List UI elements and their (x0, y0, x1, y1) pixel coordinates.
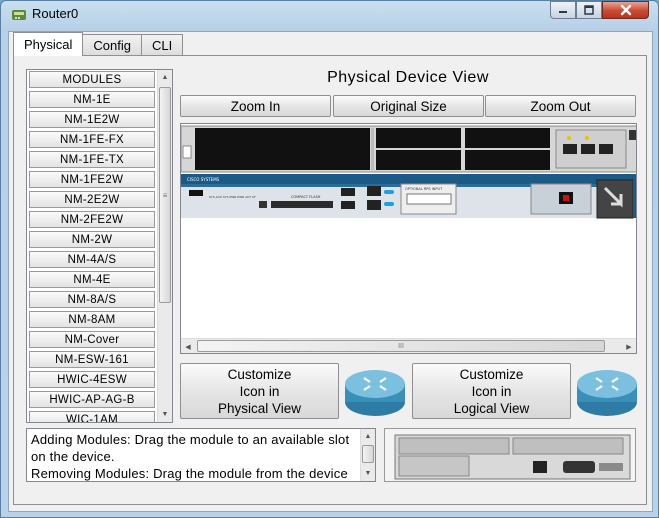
module-item[interactable]: NM-2FE2W (29, 211, 155, 228)
module-item[interactable]: NM-4E (29, 271, 155, 288)
brand-label: CISCO SYSTEMS (187, 177, 220, 182)
module-item[interactable]: NM-1FE-TX (29, 151, 155, 168)
close-icon (620, 4, 631, 16)
module-preview-image (385, 429, 635, 481)
module-item[interactable]: NM-8AM (29, 311, 155, 328)
help-scrollbar[interactable]: ▲ ▼ (360, 429, 375, 481)
window-content: Physical Config CLI MODULES NM-1E NM-1E2… (8, 31, 653, 512)
module-item[interactable]: HWIC-4ESW (29, 371, 155, 388)
tab-bar: Physical Config CLI (13, 32, 184, 56)
router-app-icon (12, 10, 26, 20)
module-item[interactable]: WIC-1AM (29, 411, 155, 422)
module-item[interactable]: NM-2E2W (29, 191, 155, 208)
customize-logical-view-button[interactable]: Customize Icon in Logical View (412, 363, 571, 419)
tab-cli[interactable]: CLI (141, 34, 184, 56)
module-help-text: Adding Modules: Drag the module to an av… (31, 432, 350, 481)
zoom-in-button[interactable]: Zoom In (180, 95, 331, 117)
help-scroll-up-arrow[interactable]: ▲ (361, 429, 375, 444)
module-item[interactable]: NM-2W (29, 231, 155, 248)
module-help-textbox[interactable]: Adding Modules: Drag the module to an av… (26, 428, 376, 482)
module-item[interactable]: NM-1E2W (29, 111, 155, 128)
module-item[interactable]: NM-ESW-161 (29, 351, 155, 368)
scroll-up-arrow[interactable]: ▲ (158, 70, 172, 85)
module-item[interactable]: NM-1FE2W (29, 171, 155, 188)
hscroll-thumb[interactable]: III (197, 340, 605, 352)
rps-input-label: OPTIONAL RPS INPUT (405, 187, 443, 191)
help-scroll-down-arrow[interactable]: ▼ (361, 466, 375, 481)
router-chassis[interactable]: CISCO SYSTEMS COMPACT FLASH SYS AUX SYS … (181, 124, 637, 340)
scroll-left-arrow[interactable]: ◀ (181, 339, 195, 353)
module-item[interactable]: NM-1E (29, 91, 155, 108)
maximize-button[interactable] (576, 1, 602, 19)
device-view-canvas: CISCO SYSTEMS COMPACT FLASH SYS AUX SYS … (180, 123, 637, 354)
module-item[interactable]: HWIC-AP-AG-B (29, 391, 155, 408)
physical-tab-panel: MODULES NM-1E NM-1E2W NM-1FE-FX NM-1FE-T… (13, 55, 647, 505)
router-logical-icon (577, 370, 637, 416)
module-item[interactable]: NM-Cover (29, 331, 155, 348)
router-window: Router0 Physical Config CLI MODULES NM-1… (0, 0, 659, 518)
tab-physical[interactable]: Physical (13, 32, 84, 56)
scroll-thumb[interactable]: ≡ (159, 87, 171, 303)
router-physical-icon (345, 370, 405, 416)
module-item[interactable]: NM-4A/S (29, 251, 155, 268)
minimize-icon (559, 11, 567, 13)
module-list-scrollbar[interactable]: ▲ ≡ ▼ (157, 70, 172, 422)
customize-physical-view-button[interactable]: Customize Icon in Physical View (180, 363, 339, 419)
scroll-right-arrow[interactable]: ▶ (622, 339, 636, 353)
original-size-button[interactable]: Original Size (333, 95, 484, 117)
module-item[interactable]: NM-1FE-FX (29, 131, 155, 148)
zoom-out-button[interactable]: Zoom Out (485, 95, 636, 117)
scroll-down-arrow[interactable]: ▼ (158, 407, 172, 422)
close-button[interactable] (602, 1, 649, 19)
minimize-button[interactable] (550, 1, 576, 19)
physical-device-view-title: Physical Device View (327, 69, 489, 86)
sys-labels: SYS AUX SYS PWR PWR ACT CF (209, 195, 256, 199)
device-view-hscrollbar[interactable]: ◀ III ▶ (181, 338, 636, 353)
help-scroll-thumb[interactable] (362, 445, 374, 463)
module-preview (384, 428, 636, 482)
window-title: Router0 (32, 6, 79, 21)
module-list: MODULES NM-1E NM-1E2W NM-1FE-FX NM-1FE-T… (26, 69, 173, 423)
title-bar[interactable]: Router0 (1, 1, 658, 27)
compact-flash-label: COMPACT FLASH (291, 195, 321, 199)
module-list-header[interactable]: MODULES (29, 71, 155, 88)
tab-config[interactable]: Config (82, 34, 142, 56)
module-item[interactable]: NM-8A/S (29, 291, 155, 308)
maximize-icon (584, 5, 594, 15)
